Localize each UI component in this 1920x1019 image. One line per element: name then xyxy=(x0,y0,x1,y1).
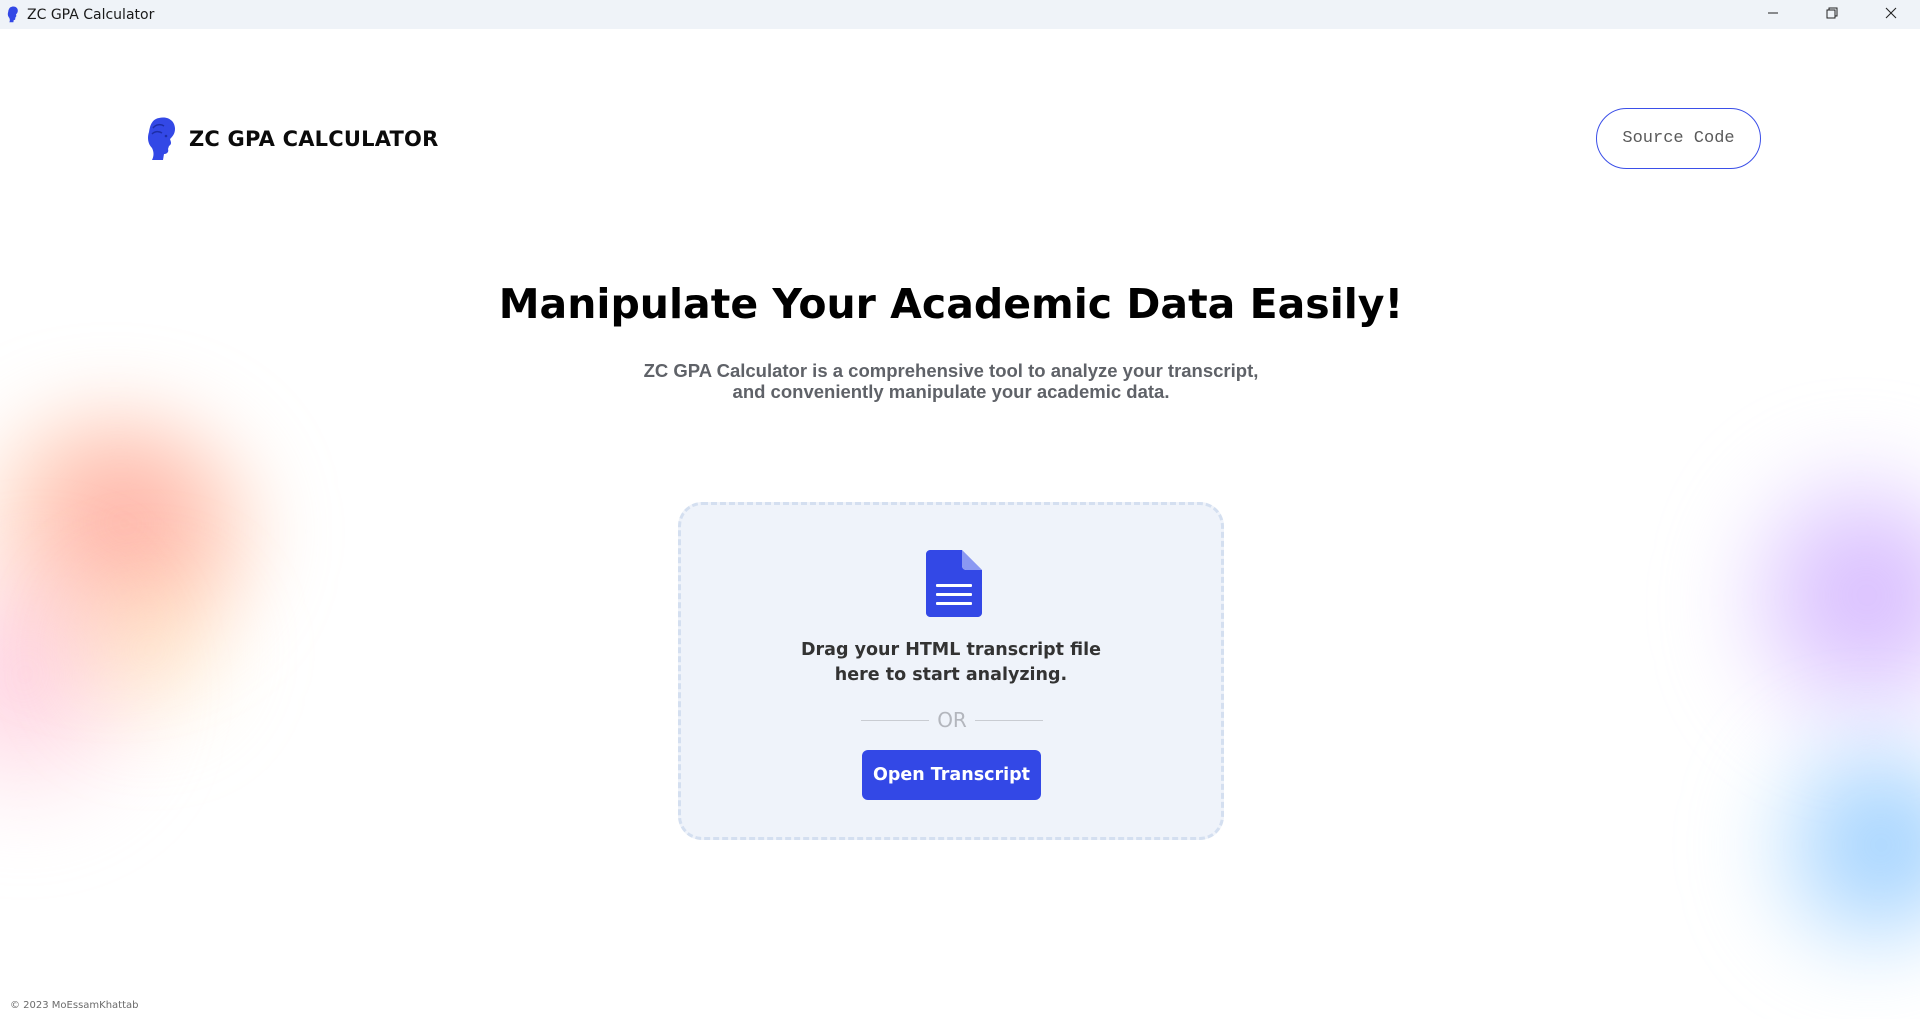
window-title: ZC GPA Calculator xyxy=(27,6,155,23)
window-controls xyxy=(1743,0,1920,29)
decorative-blob xyxy=(1740,730,1920,960)
minimize-icon xyxy=(1767,6,1779,24)
restore-button[interactable] xyxy=(1802,0,1861,29)
app-window: ZC GPA Calculator ZC GPA CALCULATOR Sour… xyxy=(0,0,1920,1019)
subtitle-line: ZC GPA Calculator is a comprehensive too… xyxy=(643,360,1259,381)
subtitle-line: and conveniently manipulate your academi… xyxy=(732,381,1170,402)
or-divider: OR xyxy=(861,708,1044,732)
close-button[interactable] xyxy=(1861,0,1920,29)
close-icon xyxy=(1885,6,1897,24)
page-title: Manipulate Your Academic Data Easily! xyxy=(498,280,1404,328)
page-subtitle: ZC GPA Calculator is a comprehensive too… xyxy=(0,360,1902,402)
decorative-blob xyxy=(40,560,260,740)
divider-line xyxy=(861,719,930,721)
footer-copyright: © 2023 MoEssamKhattab xyxy=(10,1000,139,1011)
window-titlebar[interactable]: ZC GPA Calculator xyxy=(0,0,1920,29)
or-label: OR xyxy=(937,708,967,732)
minimize-button[interactable] xyxy=(1743,0,1802,29)
source-code-button[interactable]: Source Code xyxy=(1596,108,1761,169)
divider-line xyxy=(974,719,1044,721)
open-transcript-button[interactable]: Open Transcript xyxy=(862,750,1041,800)
dropzone-text-line: here to start analyzing. xyxy=(834,665,1068,685)
brand-title: ZC GPA CALCULATOR xyxy=(189,127,439,151)
document-icon xyxy=(926,550,982,617)
decorative-blob xyxy=(1730,460,1920,760)
restore-icon xyxy=(1826,6,1838,24)
zc-head-logo-icon xyxy=(147,116,177,162)
header-logo[interactable]: ZC GPA CALCULATOR xyxy=(147,116,438,162)
zc-head-icon xyxy=(6,6,20,24)
transcript-dropzone[interactable]: Drag your HTML transcript file here to s… xyxy=(678,502,1224,840)
dropzone-instructions: Drag your HTML transcript file here to s… xyxy=(681,638,1221,688)
dropzone-text-line: Drag your HTML transcript file xyxy=(801,640,1101,660)
